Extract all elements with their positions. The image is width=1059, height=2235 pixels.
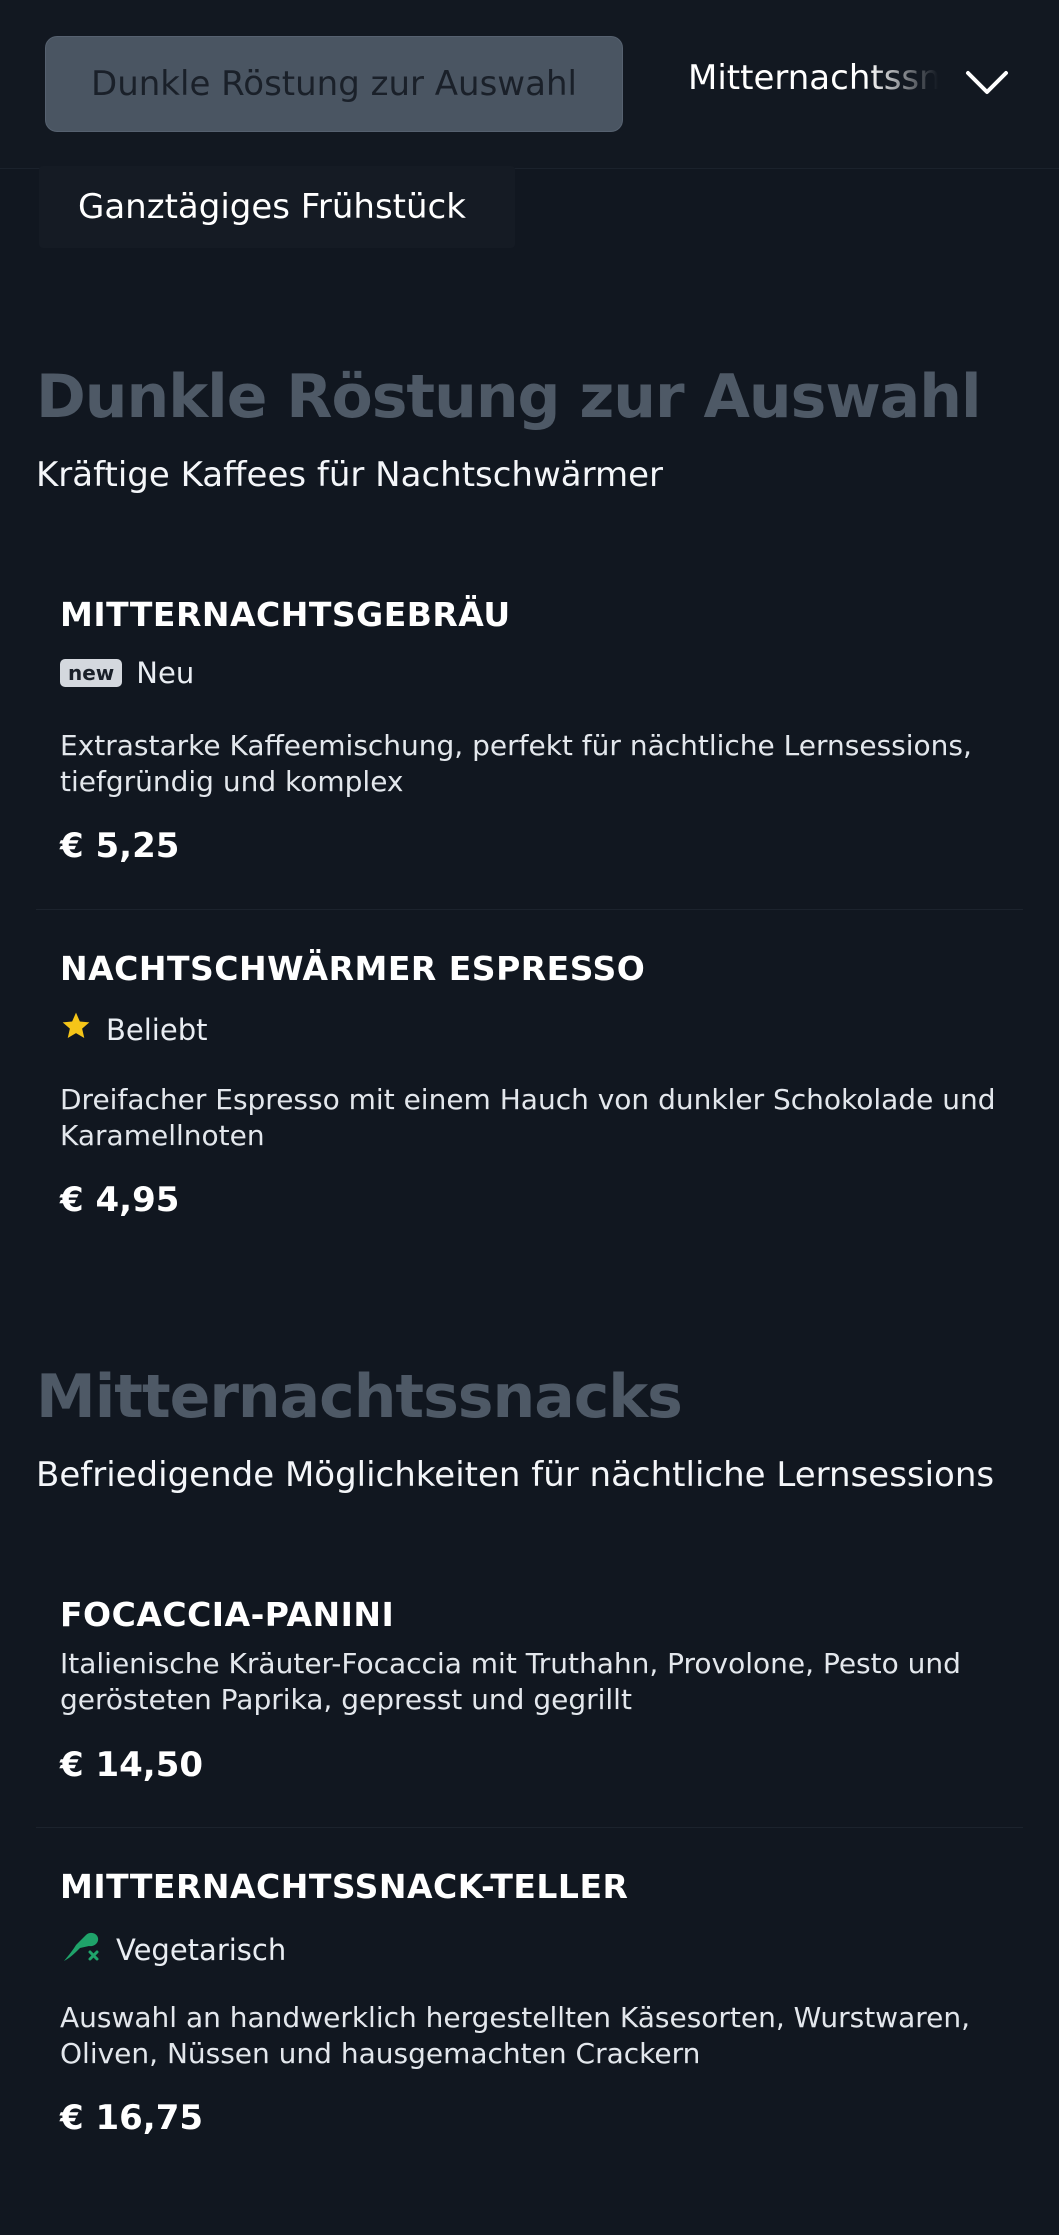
category-chip-breakfast[interactable]: Ganztägiges Frühstück — [39, 166, 515, 248]
item-description: Italienische Kräuter-Focaccia mit Trutha… — [60, 1647, 961, 1716]
star-icon — [60, 1010, 92, 1049]
item-price: € 4,95 — [60, 1180, 180, 1220]
item-name: FOCACCIA-PANINI — [60, 1595, 395, 1634]
item-description: Extrastarke Kaffeemischung, perfekt für … — [60, 729, 972, 798]
item-description: Auswahl an handwerklich hergestellten Kä… — [60, 2001, 971, 2070]
section-title: Dunkle Röstung zur Auswahl — [36, 362, 982, 432]
item-name: MITTERNACHTSSNACK-TELLER — [60, 1867, 629, 1906]
item-description: Dreifacher Espresso mit einem Hauch von … — [60, 1083, 996, 1152]
section-title: Mitternachtssnacks — [36, 1362, 683, 1432]
tab-midnight-snacks[interactable]: Mitternachtssnacks — [688, 58, 938, 110]
item-price: € 5,25 — [60, 826, 180, 866]
item-badge: Beliebt — [60, 1010, 207, 1049]
divider — [36, 909, 1023, 910]
category-nav: Dunkle Röstung zur Auswahl Mitternachtss… — [0, 0, 1059, 169]
item-name: MITTERNACHTSGEBRÄU — [60, 595, 511, 634]
section-subtitle: Befriedigende Möglichkeiten für nächtlic… — [36, 1455, 995, 1495]
item-badge: new Neu — [60, 656, 194, 690]
section-subtitle: Kräftige Kaffees für Nachtschwärmer — [36, 455, 664, 495]
new-tag: new — [60, 659, 123, 687]
divider — [36, 1827, 1023, 1828]
badge-label: Neu — [136, 656, 195, 690]
tab-dark-roast[interactable]: Dunkle Röstung zur Auswahl — [45, 36, 623, 132]
chevron-down-icon[interactable] — [962, 58, 1012, 108]
badge-label: Beliebt — [106, 1012, 208, 1047]
vegetarian-icon — [60, 1928, 102, 1971]
item-price: € 16,75 — [60, 2098, 204, 2138]
item-badge: Vegetarisch — [60, 1928, 286, 1971]
item-name: NACHTSCHWÄRMER ESPRESSO — [60, 949, 646, 988]
item-price: € 14,50 — [60, 1745, 204, 1785]
badge-label: Vegetarisch — [116, 1932, 287, 1967]
